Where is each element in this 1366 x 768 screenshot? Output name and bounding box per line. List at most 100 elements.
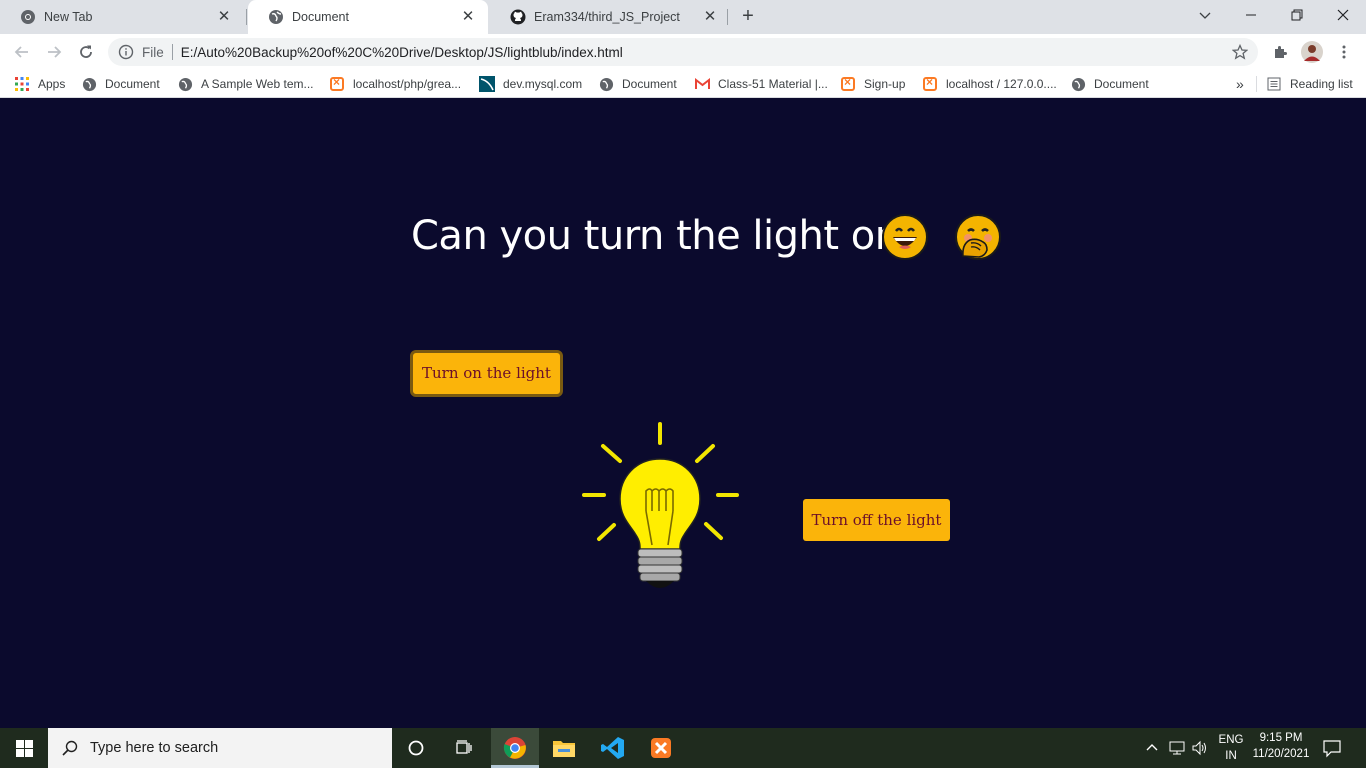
github-icon xyxy=(510,9,526,25)
bookmark-document-2[interactable]: Document xyxy=(598,75,677,93)
notifications-button[interactable] xyxy=(1322,738,1342,758)
arrow-right-icon xyxy=(48,46,62,58)
xampp-icon xyxy=(651,738,671,758)
tab-divider xyxy=(727,9,728,25)
tab-github[interactable]: Eram334/third_JS_Project ✕ xyxy=(490,0,730,34)
network-button[interactable] xyxy=(1168,740,1186,756)
tab-search-button[interactable] xyxy=(1182,0,1228,30)
url-scheme: File xyxy=(142,44,164,60)
profile-avatar[interactable] xyxy=(1298,38,1326,66)
language-region: IN xyxy=(1225,750,1237,762)
bookmark-document-3[interactable]: Document xyxy=(1070,75,1149,93)
tab-document[interactable]: Document ✕ xyxy=(248,0,488,34)
globe-icon xyxy=(268,9,284,25)
close-window-button[interactable] xyxy=(1320,0,1366,30)
vscode-icon xyxy=(601,737,624,759)
taskbar-vscode[interactable] xyxy=(589,728,637,768)
chevron-down-icon xyxy=(1199,12,1211,19)
taskbar-file-explorer[interactable] xyxy=(540,728,588,768)
turn-off-button[interactable]: Turn off the light xyxy=(803,499,950,541)
xampp-icon xyxy=(329,75,345,92)
bookmark-label: Sign-up xyxy=(864,77,906,91)
browser-toolbar: File E:/Auto%20Backup%20of%20C%20Drive/D… xyxy=(0,34,1366,70)
extensions-button[interactable] xyxy=(1266,38,1294,66)
windows-logo-icon xyxy=(15,739,33,757)
minimize-button[interactable] xyxy=(1228,0,1274,30)
page-heading: Can you turn the light on xyxy=(411,213,900,259)
bookmark-mysql[interactable]: dev.mysql.com xyxy=(479,75,582,93)
volume-button[interactable] xyxy=(1191,740,1209,756)
speaker-icon xyxy=(1192,740,1206,756)
input-language[interactable]: ENG IN xyxy=(1216,732,1246,764)
bookmark-star-icon[interactable] xyxy=(1231,43,1249,60)
clock[interactable]: 9:15 PM 11/20/2021 xyxy=(1248,730,1314,762)
bookmark-label: Apps xyxy=(38,77,66,91)
url-text[interactable]: E:/Auto%20Backup%20of%20C%20Drive/Deskto… xyxy=(181,45,623,60)
language-code: ENG xyxy=(1218,734,1244,746)
bookmark-sample-web[interactable]: A Sample Web tem... xyxy=(177,75,314,93)
light-bulb-image xyxy=(578,421,744,596)
back-button[interactable] xyxy=(8,38,36,66)
mysql-icon xyxy=(479,76,495,92)
bookmark-signup[interactable]: Sign-up xyxy=(840,75,905,93)
bookmark-label: localhost / 127.0.0.... xyxy=(946,77,1057,91)
close-icon[interactable]: ✕ xyxy=(216,9,232,25)
globe-icon xyxy=(177,76,193,92)
hand-over-mouth-icon xyxy=(955,214,1001,260)
taskbar-search-box[interactable]: Type here to search xyxy=(48,728,392,768)
grinning-face-icon xyxy=(882,214,928,260)
bookmark-localhost-127[interactable]: localhost / 127.0.0.... xyxy=(922,75,1057,93)
bookmark-label: dev.mysql.com xyxy=(503,77,583,91)
globe-icon xyxy=(598,76,614,92)
clock-time: 9:15 PM xyxy=(1259,732,1303,744)
taskbar-chrome[interactable] xyxy=(491,728,539,768)
network-icon xyxy=(1169,741,1185,755)
show-hidden-icons-button[interactable] xyxy=(1144,740,1160,756)
forward-button[interactable] xyxy=(40,38,68,66)
more-vertical-icon xyxy=(1342,45,1346,59)
notification-icon xyxy=(1323,740,1341,758)
bookmark-label: Document xyxy=(622,77,677,91)
globe-icon xyxy=(81,76,97,92)
bookmark-class-51[interactable]: Class-51 Material |... xyxy=(694,75,828,93)
menu-button[interactable] xyxy=(1330,38,1358,66)
page-content: Can you turn the light on Turn on the li… xyxy=(0,103,1366,728)
chrome-icon xyxy=(20,9,36,25)
bookmarks-divider xyxy=(1256,76,1257,92)
reading-list-icon xyxy=(1266,76,1282,92)
address-bar[interactable]: File E:/Auto%20Backup%20of%20C%20Drive/D… xyxy=(108,38,1258,66)
folder-icon xyxy=(553,741,575,757)
new-tab-button[interactable]: + xyxy=(736,5,760,29)
start-button[interactable] xyxy=(0,728,48,768)
clock-date: 11/20/2021 xyxy=(1252,748,1310,760)
bookmark-localhost-php[interactable]: localhost/php/grea... xyxy=(329,75,461,93)
info-icon[interactable] xyxy=(118,44,134,60)
bookmark-label: localhost/php/grea... xyxy=(353,77,462,91)
tab-strip: New Tab ✕ Document ✕ Eram334/third_JS_Pr… xyxy=(0,0,1366,34)
turn-on-button[interactable]: Turn on the light xyxy=(410,350,563,397)
tab-new-tab[interactable]: New Tab ✕ xyxy=(0,0,244,34)
reading-list-button[interactable]: Reading list xyxy=(1266,75,1353,93)
reload-button[interactable] xyxy=(72,38,100,66)
chevron-up-icon xyxy=(1146,744,1158,751)
bookmark-label: Document xyxy=(1094,77,1149,91)
restore-button[interactable] xyxy=(1274,0,1320,30)
cortana-icon xyxy=(408,740,424,756)
close-icon[interactable]: ✕ xyxy=(460,9,476,25)
avatar-icon xyxy=(1301,41,1323,63)
close-icon xyxy=(1337,9,1349,21)
puzzle-icon xyxy=(1275,46,1287,58)
task-view-button[interactable] xyxy=(440,728,488,768)
cortana-button[interactable] xyxy=(392,728,440,768)
arrow-left-icon xyxy=(14,46,28,58)
close-icon[interactable]: ✕ xyxy=(702,9,718,25)
bookmarks-bar: Apps Document A Sample Web tem... localh… xyxy=(0,70,1366,98)
bookmark-document[interactable]: Document xyxy=(81,75,160,93)
xampp-icon xyxy=(922,75,938,92)
search-icon xyxy=(62,740,78,756)
chrome-icon xyxy=(503,737,526,759)
bookmarks-overflow-button[interactable]: » xyxy=(1236,75,1244,93)
bookmark-apps[interactable]: Apps xyxy=(14,75,65,93)
taskbar-xampp[interactable] xyxy=(637,728,685,768)
search-placeholder: Type here to search xyxy=(90,740,219,756)
